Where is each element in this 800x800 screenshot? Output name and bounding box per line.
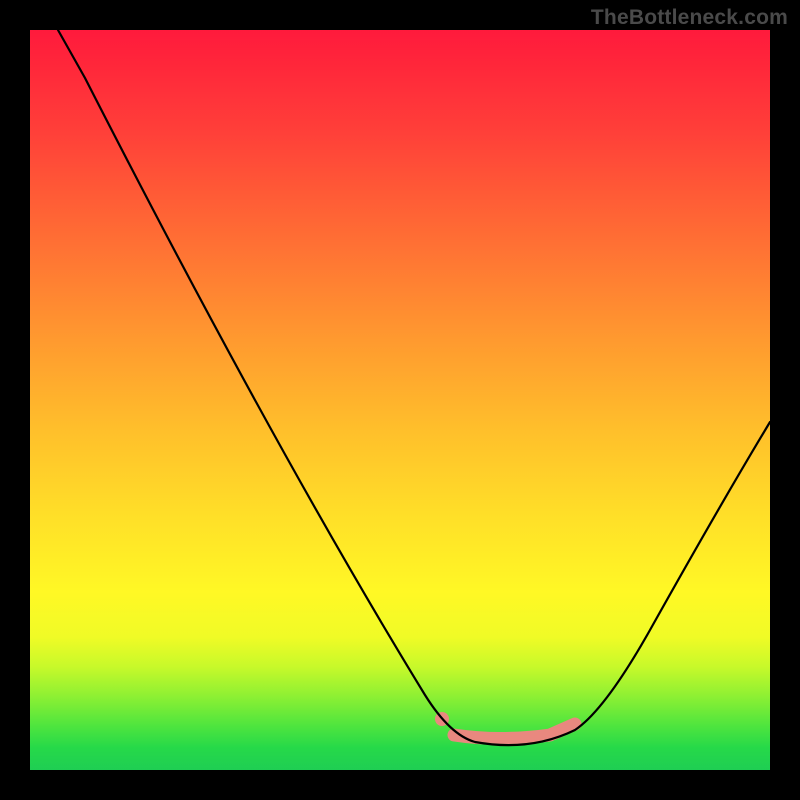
- watermark-text: TheBottleneck.com: [591, 6, 788, 30]
- curve-svg: [30, 30, 770, 770]
- bottleneck-curve: [58, 30, 770, 745]
- chart-frame: TheBottleneck.com: [0, 0, 800, 800]
- plot-area: [30, 30, 770, 770]
